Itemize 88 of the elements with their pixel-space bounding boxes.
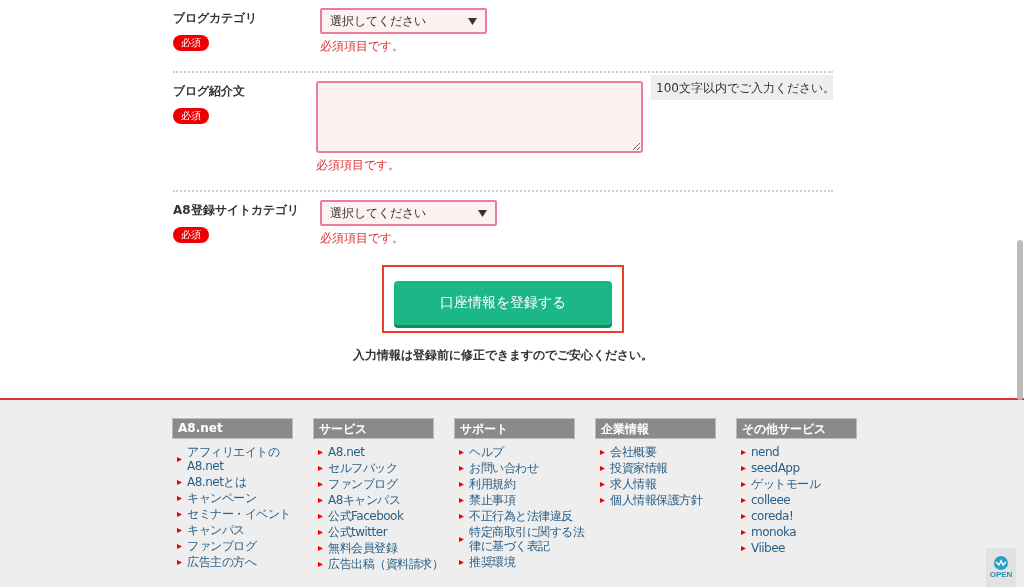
footer-heading: サポート bbox=[454, 418, 575, 439]
bullet-icon bbox=[741, 481, 746, 487]
footer-link[interactable]: 推奨環境 bbox=[469, 555, 595, 569]
required-badge: 必須 bbox=[173, 108, 209, 124]
bullet-icon bbox=[318, 481, 323, 487]
select-field[interactable]: 選択してください bbox=[320, 8, 487, 34]
footer-link[interactable]: 特定商取引に関する法律に基づく表記 bbox=[469, 525, 595, 553]
footer-link[interactable]: ヘルプ bbox=[469, 445, 595, 459]
footer-link[interactable]: ファンブログ bbox=[187, 539, 313, 553]
reassurance-note: 入力情報は登録前に修正できますのでご安心ください。 bbox=[353, 347, 653, 364]
bullet-icon bbox=[600, 465, 605, 471]
footer-link[interactable]: お問い合わせ bbox=[469, 461, 595, 475]
bullet-icon bbox=[177, 511, 182, 517]
bullet-icon bbox=[600, 497, 605, 503]
bullet-icon bbox=[177, 456, 182, 462]
footer-link[interactable]: 投資家情報 bbox=[610, 461, 736, 475]
required-badge: 必須 bbox=[173, 227, 209, 243]
bullet-icon bbox=[318, 529, 323, 535]
bullet-icon bbox=[318, 545, 323, 551]
bullet-icon bbox=[177, 495, 182, 501]
bullet-icon bbox=[741, 449, 746, 455]
footer-link[interactable]: ファンブログ bbox=[328, 477, 454, 491]
footer-link[interactable]: 不正行為と法律違反 bbox=[469, 509, 595, 523]
bullet-icon bbox=[318, 449, 323, 455]
bullet-icon bbox=[177, 543, 182, 549]
footer-link[interactable]: 公式twitter bbox=[328, 525, 454, 539]
bullet-icon bbox=[600, 481, 605, 487]
bullet-icon bbox=[459, 465, 464, 471]
footer-link[interactable]: セルフバック bbox=[328, 461, 454, 475]
footer-heading: A8.net bbox=[172, 418, 293, 439]
footer-link[interactable]: A8キャンパス bbox=[328, 493, 454, 507]
error-message: 必須項目です。 bbox=[320, 230, 405, 247]
bullet-icon bbox=[741, 465, 746, 471]
bullet-icon bbox=[177, 559, 182, 565]
hint-text: 100文字以内でご入力ください。 bbox=[651, 75, 833, 100]
bullet-icon bbox=[318, 513, 323, 519]
bullet-icon bbox=[318, 497, 323, 503]
bullet-icon bbox=[318, 465, 323, 471]
footer-link[interactable]: seedApp bbox=[751, 461, 877, 475]
bullet-icon bbox=[741, 497, 746, 503]
footer-heading: 企業情報 bbox=[595, 418, 716, 439]
footer-link[interactable]: A8.net bbox=[328, 445, 454, 459]
bullet-icon bbox=[177, 527, 182, 533]
bullet-icon bbox=[459, 559, 464, 565]
footer-link[interactable]: 個人情報保護方針 bbox=[610, 493, 736, 507]
footer-link[interactable]: セミナー・イベント bbox=[187, 507, 313, 521]
bullet-icon bbox=[318, 561, 323, 567]
footer-link[interactable]: Viibee bbox=[751, 541, 877, 555]
bullet-icon bbox=[459, 536, 464, 542]
footer-link[interactable]: 利用規約 bbox=[469, 477, 595, 491]
footer-link[interactable]: 会社概要 bbox=[610, 445, 736, 459]
select-field[interactable]: 選択してください bbox=[320, 200, 497, 226]
field-label: ブログ紹介文 bbox=[173, 83, 246, 100]
footer-link[interactable]: 広告出稿（資料請求） bbox=[328, 557, 454, 571]
bullet-icon bbox=[741, 545, 746, 551]
error-message: 必須項目です。 bbox=[320, 38, 405, 55]
footer-link[interactable]: A8.netとは bbox=[187, 475, 313, 489]
caret-icon bbox=[478, 209, 487, 217]
bullet-icon bbox=[741, 529, 746, 535]
footer-link[interactable]: ゲットモール bbox=[751, 477, 877, 491]
caret-icon bbox=[468, 17, 477, 25]
field-label: ブログカテゴリ bbox=[173, 10, 258, 27]
required-badge: 必須 bbox=[173, 35, 209, 51]
footer-link[interactable]: 無料会員登録 bbox=[328, 541, 454, 555]
bullet-icon bbox=[177, 479, 182, 485]
footer-link[interactable]: 求人情報 bbox=[610, 477, 736, 491]
footer-link[interactable]: 公式Facebook bbox=[328, 509, 454, 523]
footer-link[interactable]: キャンパス bbox=[187, 523, 313, 537]
footer-link[interactable]: 禁止事項 bbox=[469, 493, 595, 507]
error-message: 必須項目です。 bbox=[316, 157, 401, 174]
bullet-icon bbox=[459, 513, 464, 519]
bullet-icon bbox=[459, 497, 464, 503]
footer-link[interactable]: 広告主の方へ bbox=[187, 555, 313, 569]
footer-link[interactable]: キャンペーン bbox=[187, 491, 313, 505]
footer-link[interactable]: アフィリエイトのA8.net bbox=[187, 445, 313, 473]
footer-heading: その他サービス bbox=[736, 418, 857, 439]
footer-link[interactable]: monoka bbox=[751, 525, 877, 539]
text-area[interactable] bbox=[316, 81, 643, 153]
footer-link[interactable]: colleee bbox=[751, 493, 877, 507]
footer-link[interactable]: coreda! bbox=[751, 509, 877, 523]
bullet-icon bbox=[741, 513, 746, 519]
bullet-icon bbox=[459, 481, 464, 487]
footer-heading: サービス bbox=[313, 418, 434, 439]
scrollbar-thumb[interactable] bbox=[1017, 240, 1023, 400]
bullet-icon bbox=[459, 449, 464, 455]
footer-link[interactable]: nend bbox=[751, 445, 877, 459]
field-label: A8登録サイトカテゴリ bbox=[173, 202, 300, 219]
bullet-icon bbox=[600, 449, 605, 455]
